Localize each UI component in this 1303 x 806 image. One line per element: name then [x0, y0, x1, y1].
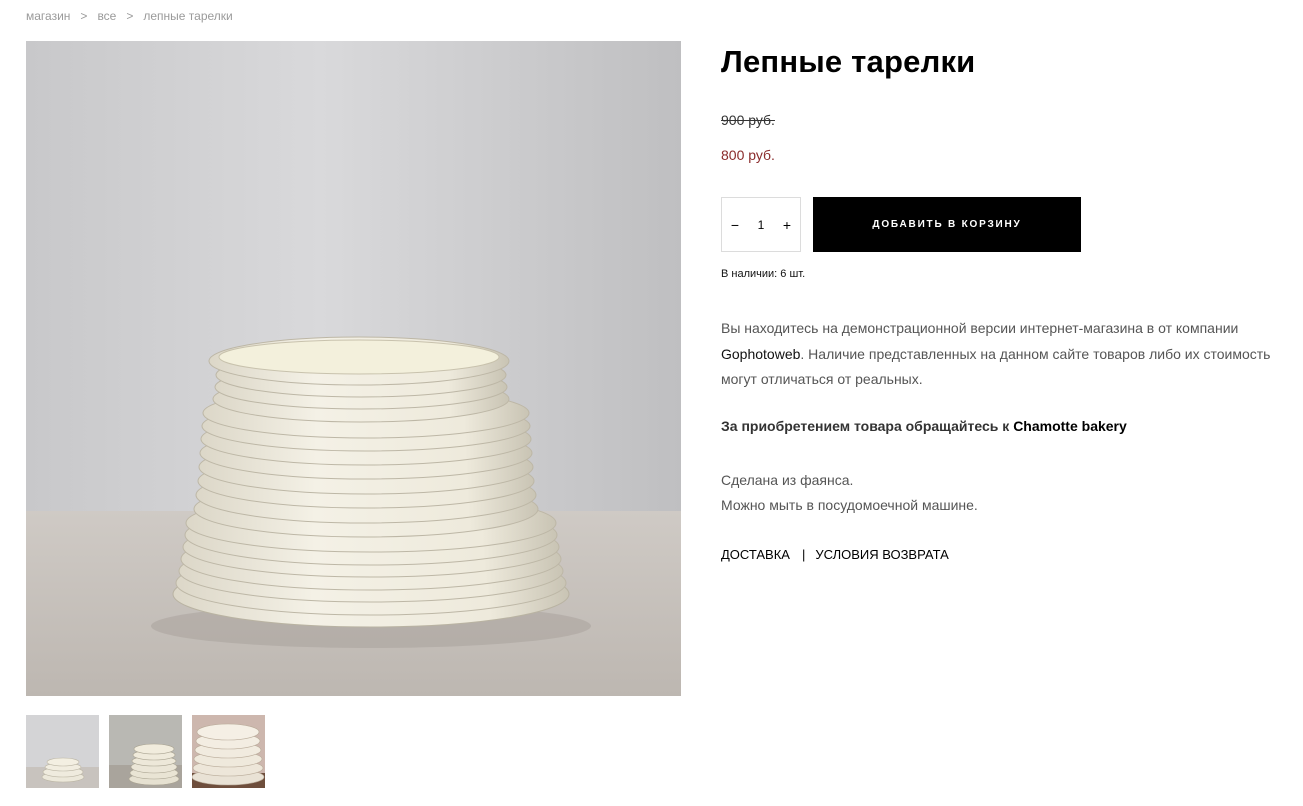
seller-name: Chamotte bakery — [1013, 418, 1127, 434]
thumbnail-plates-stack-front[interactable] — [26, 715, 99, 788]
thumbnail-image — [109, 715, 182, 788]
contact-prefix: За приобретением товара обращайтесь к — [721, 418, 1014, 434]
stock-label: В наличии: — [721, 268, 778, 280]
links-separator: | — [801, 547, 806, 562]
product-description: Вы находитесь на демонстрационной версии… — [721, 316, 1281, 393]
description-text: Вы находитесь на демонстрационной версии… — [721, 320, 1239, 336]
product-main-image[interactable] — [26, 41, 681, 696]
sale-price: 800 руб. — [721, 147, 775, 163]
contact-info: За приобретением товара обращайтесь к Ch… — [721, 418, 1127, 434]
stock-value: 6 шт. — [780, 268, 806, 280]
material-line: Сделана из фаянса. — [721, 472, 854, 488]
thumbnail-plates-stack-side[interactable] — [109, 715, 182, 788]
product-title: Лепные тарелки — [721, 44, 976, 79]
plates-photo — [26, 41, 681, 696]
info-links: ДОСТАВКА | УСЛОВИЯ ВОЗВРАТА — [721, 547, 949, 562]
quantity-increase-button[interactable]: + — [774, 198, 800, 251]
breadcrumb-all-link[interactable]: все — [97, 9, 116, 23]
thumbnail-gallery — [26, 715, 275, 788]
company-name: Gophotoweb — [721, 345, 801, 362]
breadcrumb-shop-link[interactable]: магазин — [26, 9, 70, 23]
old-price: 900 руб. — [721, 112, 775, 128]
thumbnail-plates-stack-closeup[interactable] — [192, 715, 265, 788]
breadcrumb-separator: > — [126, 9, 134, 23]
thumbnail-image — [192, 715, 265, 788]
breadcrumb-separator: > — [80, 9, 88, 23]
description-text: . Наличие представленных на данном сайте… — [721, 345, 1271, 388]
quantity-stepper: − + — [721, 197, 801, 252]
quantity-decrease-button[interactable]: − — [722, 198, 748, 251]
breadcrumb: магазин > все > лепные тарелки — [26, 9, 233, 23]
add-to-cart-button[interactable]: ДОБАВИТЬ В КОРЗИНУ — [813, 197, 1081, 252]
breadcrumb-current[interactable]: лепные тарелки — [143, 9, 232, 23]
material-info: Сделана из фаянса. Можно мыть в посудомо… — [721, 468, 978, 518]
care-line: Можно мыть в посудомоечной машине. — [721, 497, 978, 513]
quantity-input[interactable] — [749, 217, 773, 232]
stock-availability: В наличии: 6 шт. — [721, 268, 805, 280]
thumbnail-image — [26, 715, 99, 788]
delivery-link[interactable]: ДОСТАВКА — [721, 547, 790, 562]
returns-link[interactable]: УСЛОВИЯ ВОЗВРАТА — [815, 547, 948, 562]
